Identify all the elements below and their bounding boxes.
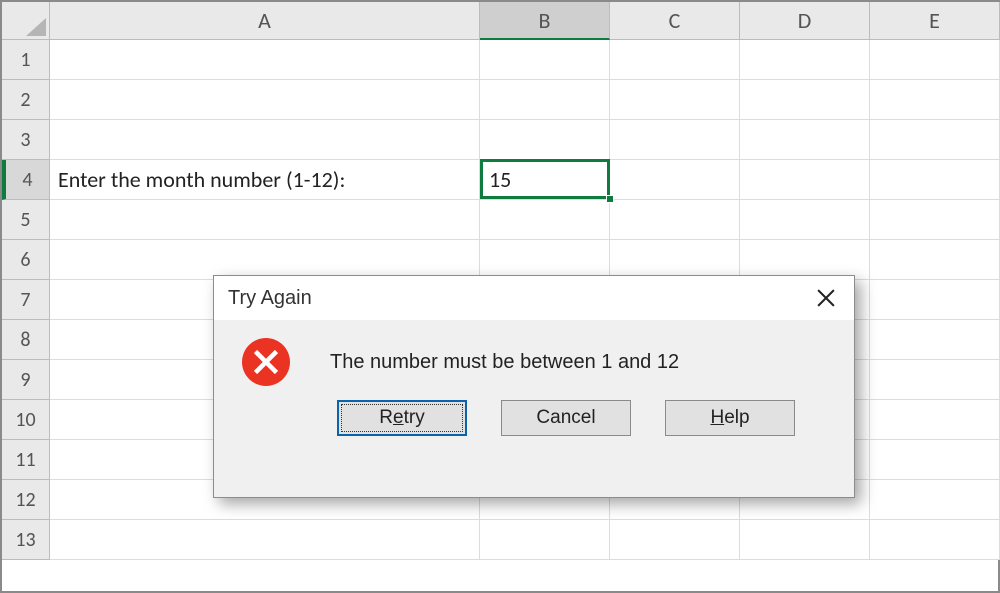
- cell-E13[interactable]: [870, 520, 1000, 560]
- col-header-D[interactable]: D: [740, 2, 870, 40]
- dialog-titlebar: Try Again: [214, 276, 854, 320]
- close-button[interactable]: [798, 276, 854, 320]
- cell-B2[interactable]: [480, 80, 610, 120]
- dialog-title: Try Again: [228, 287, 312, 310]
- error-dialog: Try Again The number must be between 1 a…: [213, 275, 855, 498]
- active-cell[interactable]: 15: [480, 159, 610, 199]
- retry-button[interactable]: Retry: [337, 400, 467, 436]
- cell-A6[interactable]: [50, 240, 480, 280]
- row-header-5[interactable]: 5: [2, 200, 50, 240]
- cell-A1[interactable]: [50, 40, 480, 80]
- cell-D1[interactable]: [740, 40, 870, 80]
- cell-B6[interactable]: [480, 240, 610, 280]
- cell-E5[interactable]: [870, 200, 1000, 240]
- cell-D13[interactable]: [740, 520, 870, 560]
- spreadsheet-frame: ABCDE1234Enter the month number (1-12):5…: [0, 0, 1000, 593]
- col-header-A[interactable]: A: [50, 2, 480, 40]
- cell-E1[interactable]: [870, 40, 1000, 80]
- dialog-actions: Retry Cancel Help: [214, 400, 854, 454]
- cancel-button[interactable]: Cancel: [501, 400, 631, 436]
- row-header-1[interactable]: 1: [2, 40, 50, 80]
- cell-B13[interactable]: [480, 520, 610, 560]
- cell-E10[interactable]: [870, 400, 1000, 440]
- cell-D6[interactable]: [740, 240, 870, 280]
- row-header-2[interactable]: 2: [2, 80, 50, 120]
- cell-B1[interactable]: [480, 40, 610, 80]
- help-button[interactable]: Help: [665, 400, 795, 436]
- cell-C4[interactable]: [610, 160, 740, 200]
- row-header-12[interactable]: 12: [2, 480, 50, 520]
- close-icon: [817, 289, 835, 307]
- cell-A4[interactable]: Enter the month number (1-12):: [50, 160, 480, 200]
- row-header-8[interactable]: 8: [2, 320, 50, 360]
- cell-C1[interactable]: [610, 40, 740, 80]
- cell-E7[interactable]: [870, 280, 1000, 320]
- cell-C2[interactable]: [610, 80, 740, 120]
- row-header-11[interactable]: 11: [2, 440, 50, 480]
- row-header-3[interactable]: 3: [2, 120, 50, 160]
- cell-B5[interactable]: [480, 200, 610, 240]
- row-header-10[interactable]: 10: [2, 400, 50, 440]
- cell-A2[interactable]: [50, 80, 480, 120]
- col-header-B[interactable]: B: [480, 2, 610, 40]
- row-header-6[interactable]: 6: [2, 240, 50, 280]
- cell-C5[interactable]: [610, 200, 740, 240]
- cell-B3[interactable]: [480, 120, 610, 160]
- cell-C13[interactable]: [610, 520, 740, 560]
- dialog-message: The number must be between 1 and 12: [330, 351, 679, 374]
- cell-E11[interactable]: [870, 440, 1000, 480]
- cell-D3[interactable]: [740, 120, 870, 160]
- cell-C3[interactable]: [610, 120, 740, 160]
- cell-selection: 15: [480, 159, 610, 199]
- cell-A5[interactable]: [50, 200, 480, 240]
- row-header-7[interactable]: 7: [2, 280, 50, 320]
- error-icon: [242, 338, 290, 386]
- select-all-corner[interactable]: [2, 2, 50, 40]
- cell-E8[interactable]: [870, 320, 1000, 360]
- col-header-E[interactable]: E: [870, 2, 1000, 40]
- row-header-9[interactable]: 9: [2, 360, 50, 400]
- col-header-C[interactable]: C: [610, 2, 740, 40]
- cell-D5[interactable]: [740, 200, 870, 240]
- cell-E3[interactable]: [870, 120, 1000, 160]
- cell-D4[interactable]: [740, 160, 870, 200]
- row-header-4[interactable]: 4: [2, 160, 50, 200]
- cell-E9[interactable]: [870, 360, 1000, 400]
- cell-A3[interactable]: [50, 120, 480, 160]
- cell-E6[interactable]: [870, 240, 1000, 280]
- cell-E4[interactable]: [870, 160, 1000, 200]
- cell-E2[interactable]: [870, 80, 1000, 120]
- row-header-13[interactable]: 13: [2, 520, 50, 560]
- cell-C6[interactable]: [610, 240, 740, 280]
- cell-E12[interactable]: [870, 480, 1000, 520]
- cell-A13[interactable]: [50, 520, 480, 560]
- cell-D2[interactable]: [740, 80, 870, 120]
